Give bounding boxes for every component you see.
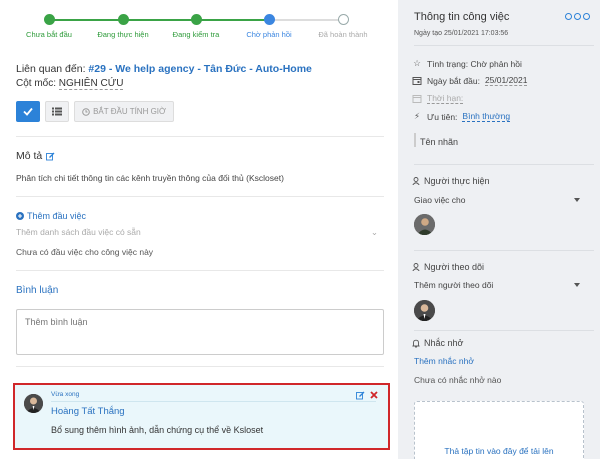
start-date-value[interactable]: 25/01/2021 bbox=[484, 75, 528, 86]
milestone: Cột mốc: NGHIÊN CỨU bbox=[16, 78, 124, 90]
subtask-empty-text: Chưa có đầu việc cho công việc này bbox=[16, 247, 154, 257]
comment-text: Bổ sung thêm hình ảnh, dẫn chứng cụ thể … bbox=[51, 425, 264, 435]
subtask-list-button[interactable] bbox=[45, 101, 69, 122]
divider bbox=[16, 196, 384, 197]
comment-author[interactable]: Hoàng Tất Thắng bbox=[51, 406, 125, 417]
related-project: Liên quan đến: #29 - We help agency - Tâ… bbox=[16, 63, 312, 75]
caret-down-icon bbox=[574, 198, 580, 202]
step-dot bbox=[263, 14, 275, 25]
close-icon[interactable] bbox=[370, 391, 378, 399]
more-options-icon[interactable] bbox=[565, 13, 590, 20]
step-dot bbox=[337, 14, 349, 25]
divider bbox=[16, 136, 384, 137]
milestone-value[interactable]: NGHIÊN CỨU bbox=[58, 78, 124, 90]
chevron-down-icon: ⌄ bbox=[370, 227, 378, 237]
divider bbox=[16, 270, 384, 271]
caret-down-icon bbox=[574, 283, 580, 287]
comment-time: Vừa xong bbox=[51, 391, 80, 398]
calendar-icon bbox=[412, 77, 422, 85]
follower-avatar[interactable] bbox=[414, 300, 435, 321]
user-icon bbox=[412, 177, 420, 185]
file-dropzone[interactable]: Thả tập tin vào đây để tải lên bbox=[414, 401, 584, 459]
user-icon bbox=[412, 263, 420, 271]
follower-header: Người theo dõi bbox=[412, 262, 484, 272]
plus-circle-icon bbox=[16, 212, 24, 220]
list-icon bbox=[52, 107, 62, 116]
comment-item: Vừa xong Hoàng Tất Thắng Bổ sung thêm hì… bbox=[13, 383, 390, 450]
mark-complete-button[interactable] bbox=[16, 101, 40, 122]
comments-title: Bình luận bbox=[16, 285, 59, 296]
task-info-sidebar: Thông tin công việc Ngày tạo 25/01/2021 … bbox=[398, 0, 600, 459]
step-completed[interactable]: Đã hoàn thành bbox=[298, 14, 388, 39]
related-project-link[interactable]: #29 - We help agency - Tân Đức - Auto-Ho… bbox=[88, 63, 311, 75]
start-timer-button[interactable]: BẮT ĐẦU TÍNH GIỜ bbox=[74, 101, 174, 122]
progress-stepper: Chưa bắt đầu Đang thực hiện Đang kiểm tr… bbox=[0, 0, 398, 46]
reminder-empty-text: Chưa có nhắc nhở nào bbox=[414, 375, 502, 385]
subtask-template-select[interactable]: Thêm danh sách đầu việc có sẵn ⌄ bbox=[16, 227, 378, 238]
follower-select[interactable]: Thêm người theo dõi bbox=[414, 280, 580, 290]
description-header: Mô tả bbox=[16, 150, 55, 162]
clock-icon bbox=[82, 107, 90, 116]
tag-label[interactable]: Tên nhãn bbox=[420, 137, 458, 147]
comment-actions bbox=[356, 391, 378, 400]
comment-input[interactable] bbox=[16, 309, 384, 355]
add-subtask-button[interactable]: Thêm đầu việc bbox=[16, 211, 86, 221]
avatar bbox=[24, 394, 43, 413]
step-dot bbox=[43, 14, 55, 25]
check-icon bbox=[23, 107, 33, 116]
divider bbox=[16, 366, 384, 367]
calendar-icon bbox=[412, 95, 422, 103]
priority-value[interactable]: Bình thường bbox=[462, 111, 511, 122]
edit-icon[interactable] bbox=[46, 152, 55, 161]
sidebar-title: Thông tin công việc bbox=[414, 11, 510, 23]
deadline-row[interactable]: Thời hạn: bbox=[412, 93, 464, 104]
bell-icon bbox=[412, 339, 420, 347]
step-dot bbox=[117, 14, 129, 25]
priority-row: ⚡ Ưu tiên: Bình thường bbox=[412, 111, 511, 122]
assignee-header: Người thực hiện bbox=[412, 176, 489, 186]
edit-icon[interactable] bbox=[356, 391, 365, 400]
star-icon: ☆ bbox=[413, 58, 421, 68]
assignee-avatar[interactable] bbox=[414, 214, 435, 235]
reminder-header: Nhắc nhở bbox=[412, 338, 463, 348]
status-row: ☆ Tình trạng: Chờ phản hồi bbox=[413, 58, 522, 69]
description-text: Phân tích chi tiết thông tin các kênh tr… bbox=[16, 173, 284, 183]
task-toolbar: BẮT ĐẦU TÍNH GIỜ bbox=[16, 101, 174, 122]
start-date-row: Ngày bắt đầu: 25/01/2021 bbox=[412, 75, 528, 86]
add-reminder-link[interactable]: Thêm nhắc nhở bbox=[414, 356, 474, 366]
step-dot bbox=[190, 14, 202, 25]
task-main-pane: Chưa bắt đầu Đang thực hiện Đang kiểm tr… bbox=[0, 0, 398, 459]
assignee-select[interactable]: Giao việc cho bbox=[414, 195, 580, 205]
created-date: Ngày tạo 25/01/2021 17:03:56 bbox=[414, 30, 509, 37]
bolt-icon: ⚡ bbox=[414, 111, 420, 121]
